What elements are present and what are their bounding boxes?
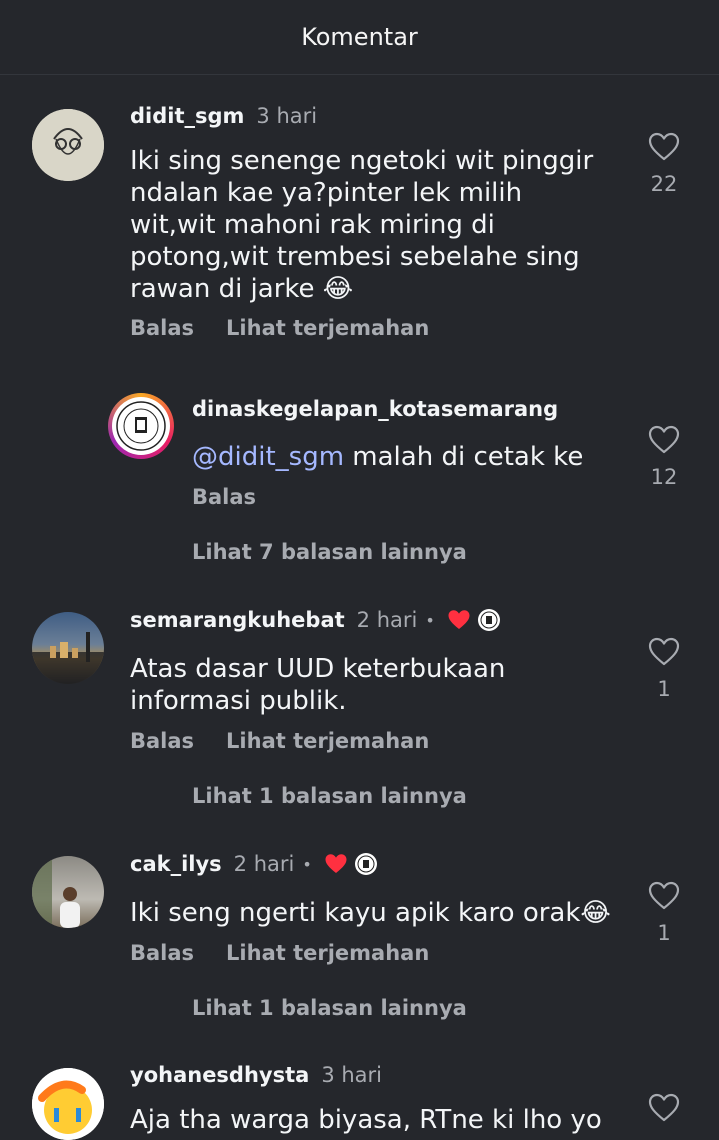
laughing-emoji: 😂 — [580, 898, 611, 928]
separator-dot: • — [425, 610, 435, 630]
username[interactable]: didit_sgm — [130, 104, 244, 128]
comment-meta: semarangkuhebat 2 hari • — [130, 608, 501, 632]
view-more-replies-button[interactable]: Lihat 7 balasan lainnya — [192, 540, 467, 564]
header-title: Komentar — [301, 23, 418, 51]
timestamp: 2 hari — [356, 608, 418, 632]
reply-button[interactable]: Balas — [130, 941, 194, 965]
comment-meta: cak_ilys 2 hari • — [130, 852, 378, 876]
like-count: 1 — [657, 921, 671, 945]
creator-avatar-badge-icon — [354, 853, 377, 875]
avatar[interactable] — [32, 612, 104, 684]
like-button[interactable] — [639, 1093, 689, 1123]
comment-text: Iki seng ngerti kayu apik karo orak😂 — [130, 898, 611, 928]
translate-button[interactable]: Lihat terjemahan — [226, 729, 429, 753]
heart-outline-icon[interactable] — [648, 881, 680, 911]
timestamp: 2 hari — [233, 852, 295, 876]
avatar[interactable] — [32, 856, 104, 928]
comment-text: @didit_sgm malah di cetak ke — [192, 442, 584, 472]
comment-meta: didit_sgm 3 hari — [130, 104, 317, 128]
comment-actions: Balas — [192, 485, 256, 509]
comment-text: Iki sing senenge ngetoki wit pinggir nda… — [130, 146, 594, 304]
comment-actions: Balas Lihat terjemahan — [130, 316, 429, 340]
laughing-emoji: 😂 — [322, 274, 354, 304]
reply-button[interactable]: Balas — [130, 729, 194, 753]
comment-text: Aja tha warga biyasa, RTne ki lho yo — [130, 1105, 602, 1135]
avatar[interactable] — [32, 1068, 104, 1140]
comment-actions: Balas Lihat terjemahan — [130, 729, 429, 753]
translate-button[interactable]: Lihat terjemahan — [226, 941, 429, 965]
username[interactable]: cak_ilys — [130, 852, 222, 876]
creator-liked-heart-icon — [448, 610, 470, 629]
timestamp: 3 hari — [256, 104, 318, 128]
username[interactable]: yohanesdhysta — [130, 1063, 309, 1087]
view-more-replies-button[interactable]: Lihat 1 balasan lainnya — [192, 996, 467, 1020]
reply-button[interactable]: Balas — [192, 485, 256, 509]
avatar[interactable] — [108, 393, 174, 459]
heart-outline-icon[interactable] — [648, 637, 680, 667]
comment-meta: yohanesdhysta 3 hari — [130, 1063, 382, 1087]
heart-outline-icon[interactable] — [648, 425, 680, 455]
like-button[interactable]: 1 — [639, 637, 689, 701]
translate-button[interactable]: Lihat terjemahan — [226, 316, 429, 340]
heart-outline-icon[interactable] — [648, 1093, 680, 1123]
like-count: 12 — [650, 465, 678, 489]
avatar[interactable] — [32, 109, 104, 181]
comment-actions: Balas Lihat terjemahan — [130, 941, 429, 965]
like-count: 22 — [650, 172, 678, 196]
comment-text: Atas dasar UUD keterbukaan informasi pub… — [130, 654, 506, 716]
username[interactable]: semarangkuhebat — [130, 608, 345, 632]
creator-liked-heart-icon — [325, 854, 347, 873]
separator-dot: • — [302, 854, 312, 874]
comment-meta: dinaskegelapan_kotasemarang — [192, 397, 558, 421]
comments-header: Komentar — [0, 0, 719, 75]
like-count: 1 — [657, 677, 671, 701]
heart-outline-icon[interactable] — [648, 132, 680, 162]
reply-button[interactable]: Balas — [130, 316, 194, 340]
creator-avatar-badge-icon — [477, 609, 500, 631]
like-button[interactable]: 22 — [639, 132, 689, 196]
like-button[interactable]: 12 — [639, 425, 689, 489]
username[interactable]: dinaskegelapan_kotasemarang — [192, 397, 558, 421]
view-more-replies-button[interactable]: Lihat 1 balasan lainnya — [192, 784, 467, 808]
timestamp: 3 hari — [321, 1063, 382, 1087]
like-button[interactable]: 1 — [639, 881, 689, 945]
mention-link[interactable]: @didit_sgm — [192, 442, 344, 472]
